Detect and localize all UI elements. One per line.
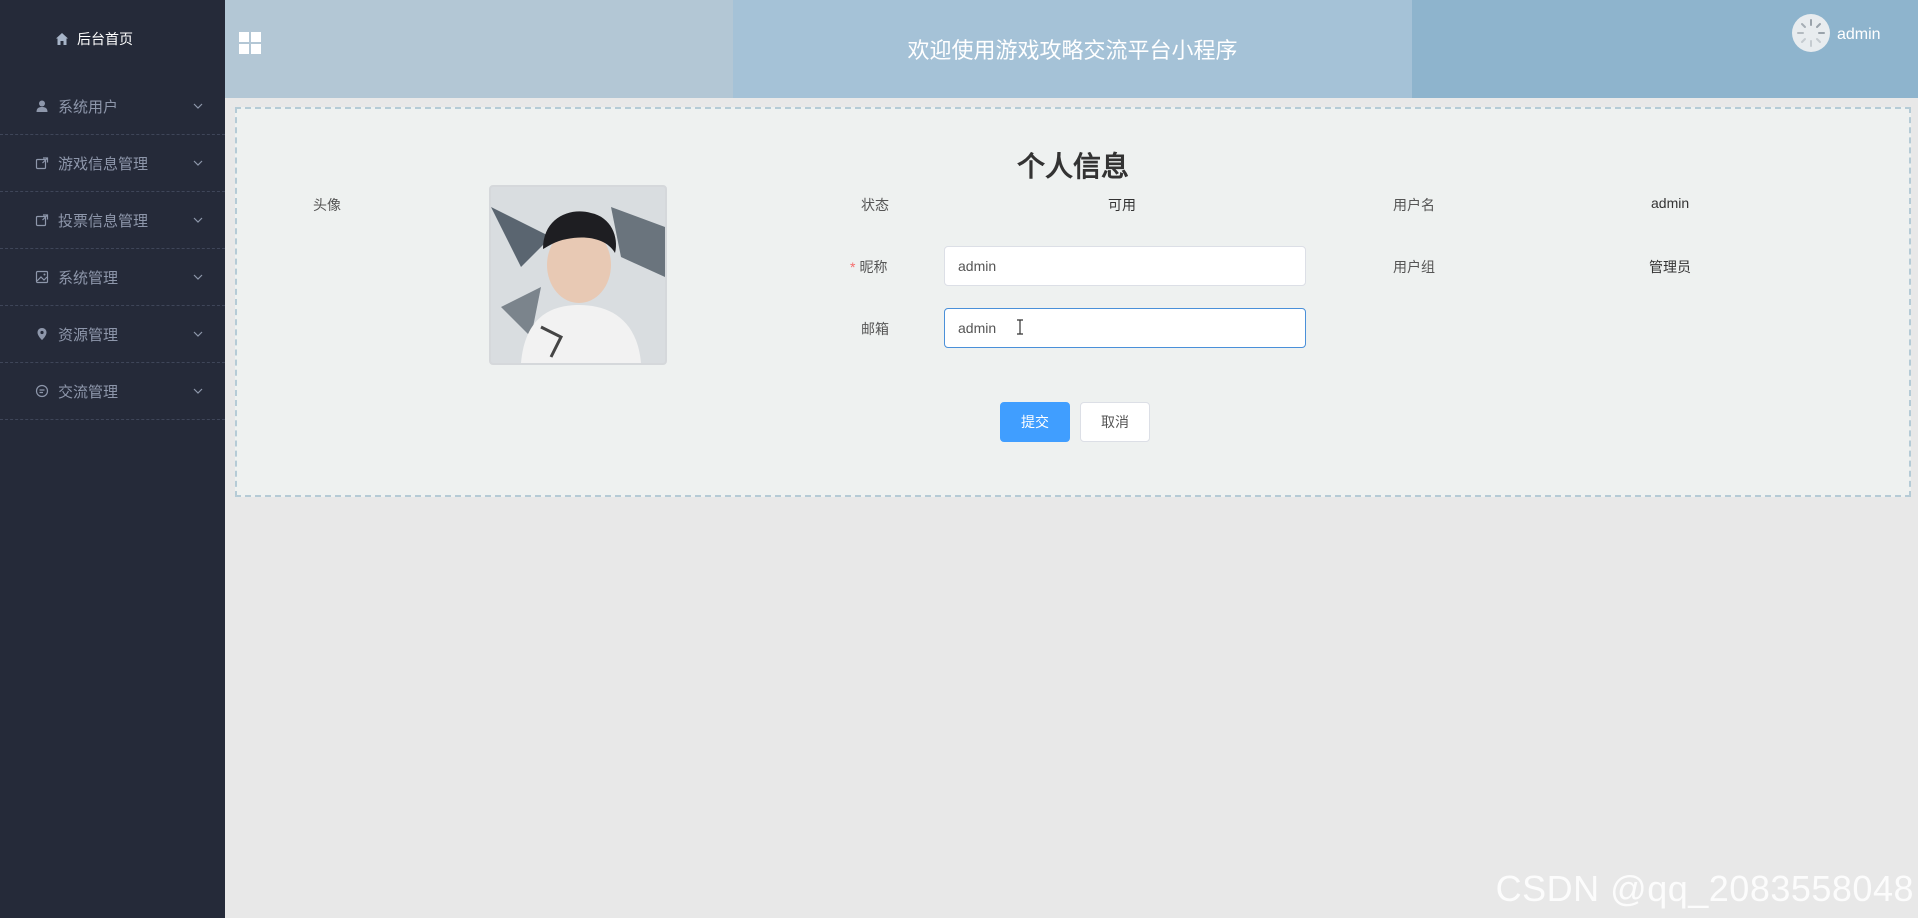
avatar-image[interactable] (489, 185, 667, 365)
share-square-icon (34, 212, 50, 228)
sidebar-item-system-management[interactable]: 系统管理 (0, 249, 225, 306)
grid-menu-icon[interactable] (239, 32, 261, 54)
picture-icon (34, 269, 50, 285)
user-icon (34, 98, 50, 114)
email-label: 邮箱 (861, 321, 889, 337)
sidebar-item-label: 资源管理 (58, 326, 119, 344)
avatar-label: 头像 (313, 197, 341, 213)
chevron-down-icon (193, 388, 203, 394)
top-header: 欢迎使用游戏攻略交流平台小程序 admin (225, 0, 1918, 98)
user-avatar-icon[interactable] (1792, 14, 1830, 52)
sidebar-item-vote-info[interactable]: 投票信息管理 (0, 192, 225, 249)
header-username[interactable]: admin (1837, 26, 1881, 44)
nickname-input[interactable] (944, 246, 1306, 286)
header-left-panel (225, 0, 733, 98)
nickname-label: * 昵称 (850, 257, 887, 277)
username-label: 用户名 (1393, 197, 1435, 213)
sidebar-item-resource-management[interactable]: 资源管理 (0, 306, 225, 363)
sidebar-item-label: 游戏信息管理 (58, 155, 149, 173)
chat-bubble-icon (34, 383, 50, 399)
sidebar-item-label: 系统用户 (58, 98, 119, 116)
chevron-down-icon (193, 274, 203, 280)
submit-button[interactable]: 提交 (1000, 402, 1070, 442)
text-cursor-icon (1016, 319, 1024, 335)
sidebar-item-label: 系统管理 (58, 269, 119, 287)
usergroup-value: 管理员 (1649, 259, 1691, 275)
page-title: 个人信息 (1016, 151, 1129, 182)
header-title: 欢迎使用游戏攻略交流平台小程序 (733, 0, 1412, 98)
chevron-down-icon (193, 217, 203, 223)
sidebar-item-communication-management[interactable]: 交流管理 (0, 363, 225, 420)
home-icon (55, 32, 69, 46)
status-value: 可用 (1108, 197, 1136, 213)
sidebar-item-home[interactable]: 后台首页 (0, 0, 225, 78)
sidebar-item-label: 投票信息管理 (58, 212, 149, 230)
cancel-button[interactable]: 取消 (1080, 402, 1150, 442)
username-value: admin (1651, 195, 1690, 211)
location-pin-icon (34, 326, 50, 342)
required-asterisk: * (850, 259, 856, 275)
sidebar-item-game-info[interactable]: 游戏信息管理 (0, 135, 225, 192)
nickname-label-text: 昵称 (859, 259, 888, 275)
usergroup-label: 用户组 (1393, 259, 1435, 275)
header-user-panel: admin (1412, 0, 1918, 98)
sidebar-item-label: 交流管理 (58, 383, 119, 401)
sidebar-item-label: 后台首页 (77, 31, 133, 47)
status-label: 状态 (861, 197, 889, 213)
sidebar: 后台首页 系统用户 游戏信息管理 投票信息管理 系统管理 资源管理 交流管理 (0, 0, 225, 918)
watermark: CSDN @qq_2083558048 (1495, 868, 1914, 909)
chevron-down-icon (193, 331, 203, 337)
chevron-down-icon (193, 160, 203, 166)
share-square-icon (34, 155, 50, 171)
email-input[interactable] (944, 308, 1306, 348)
profile-card: 个人信息 头像 状态 可用 用户名 admin *昵称 用户组 管理员 邮箱 提… (235, 107, 1911, 497)
chevron-down-icon (193, 103, 203, 109)
sidebar-item-system-users[interactable]: 系统用户 (0, 78, 225, 135)
